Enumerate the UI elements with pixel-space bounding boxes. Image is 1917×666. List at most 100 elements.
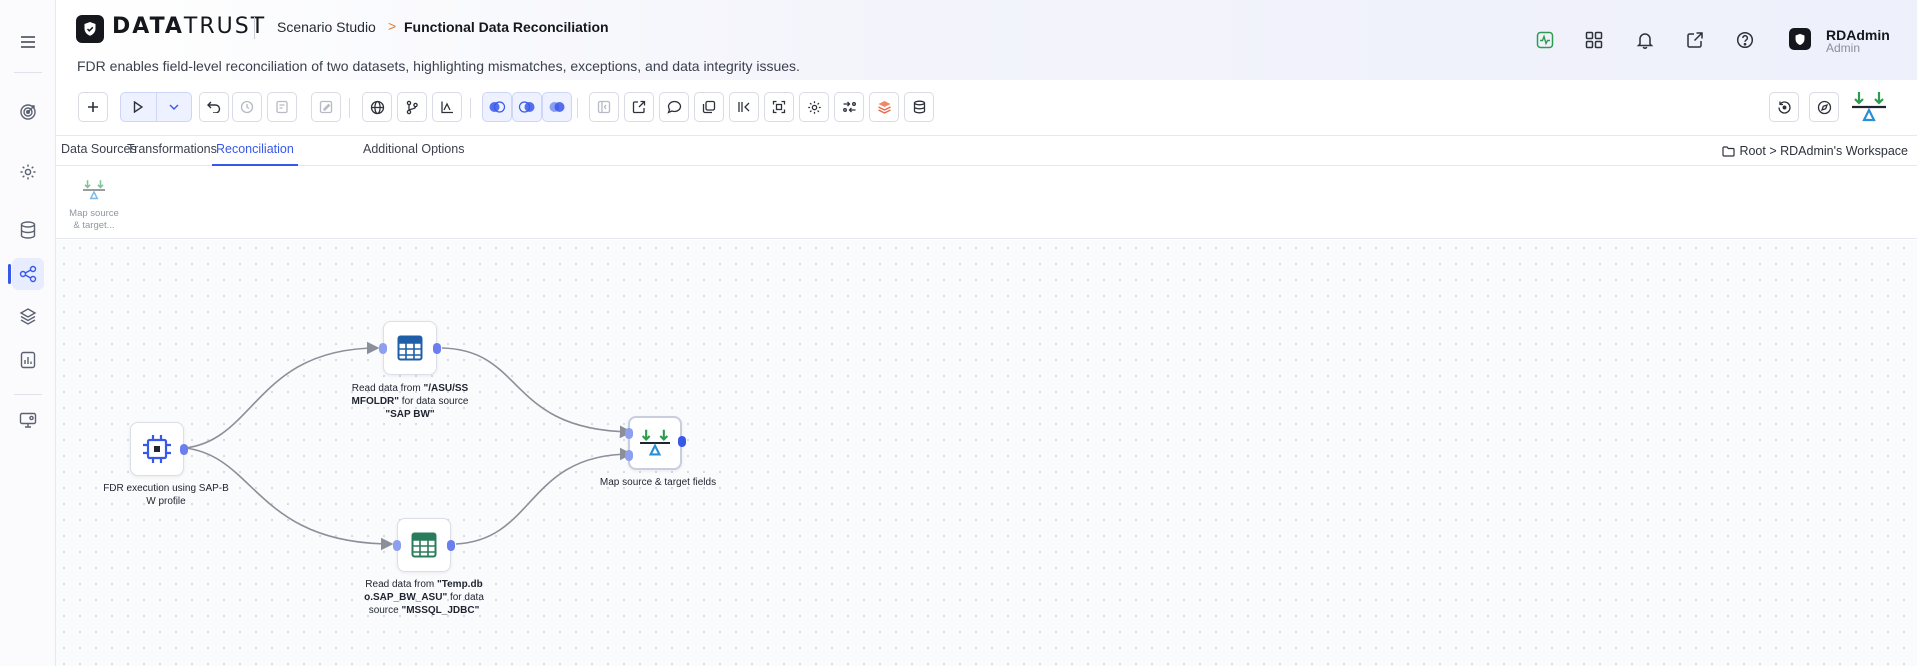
tab-transformations[interactable]: Transformations	[127, 142, 217, 166]
play-icon[interactable]	[121, 93, 156, 121]
workflow-canvas[interactable]: FDR execution using SAP-B W profile Read…	[56, 240, 1917, 666]
page-description: FDR enables field-level reconciliation o…	[77, 58, 800, 74]
edge-sap-to-map	[441, 347, 633, 439]
database-icon[interactable]	[12, 214, 44, 246]
output-port[interactable]	[678, 436, 686, 447]
map-node-label: Map source & target fields	[599, 477, 717, 488]
duplicate-icon[interactable]	[694, 92, 724, 122]
bell-icon[interactable]	[1633, 28, 1657, 52]
tab-reconciliation[interactable]: Reconciliation	[212, 142, 298, 166]
join-left-icon[interactable]	[482, 92, 512, 122]
tab-data-sources[interactable]: Data Sources	[61, 142, 137, 166]
sap-bw-source-node[interactable]	[379, 321, 441, 375]
tab-additional-options[interactable]: Additional Options	[363, 142, 464, 166]
reconcile-icon	[640, 429, 670, 456]
globe-icon[interactable]	[362, 92, 392, 122]
help-icon[interactable]	[1733, 28, 1757, 52]
sidebar-divider	[14, 72, 42, 73]
join-inner-icon[interactable]	[512, 92, 542, 122]
output-port[interactable]	[447, 540, 455, 551]
avatar[interactable]	[1789, 28, 1811, 50]
target-icon[interactable]	[12, 96, 44, 128]
reconcile-logo-icon[interactable]	[1850, 90, 1888, 129]
edit-icon[interactable]	[311, 92, 341, 122]
expand-icon[interactable]	[764, 92, 794, 122]
mssql-label-pre: Read data from	[365, 579, 438, 590]
report-icon[interactable]	[12, 344, 44, 376]
export-icon[interactable]	[624, 92, 654, 122]
sap-label-mid: for data source	[399, 396, 469, 407]
stack-icon[interactable]	[869, 92, 899, 122]
transform-icon[interactable]	[834, 92, 864, 122]
table-icon	[411, 532, 437, 558]
component-palette: Map source & target...	[56, 167, 1917, 239]
shield-logo-icon	[76, 15, 104, 43]
chevron-down-icon[interactable]	[155, 93, 191, 121]
edge-mssql-to-map	[455, 447, 633, 545]
apps-grid-icon[interactable]	[1582, 28, 1606, 52]
sap-label-source: "SAP BW"	[385, 409, 435, 420]
reconcile-icon	[83, 180, 105, 200]
restore-icon[interactable]	[1769, 92, 1799, 122]
toolbar	[56, 80, 1917, 136]
output-port[interactable]	[180, 444, 188, 455]
gear-icon[interactable]	[799, 92, 829, 122]
workspace-path-label: Root > RDAdmin's Workspace	[1739, 144, 1908, 158]
fdr-execution-node[interactable]	[130, 422, 188, 476]
history-icon[interactable]	[232, 92, 262, 122]
join-right-icon[interactable]	[542, 92, 572, 122]
compass-icon[interactable]	[1809, 92, 1839, 122]
mssql-label-mid2: source	[368, 605, 402, 616]
monitor-settings-icon[interactable]	[12, 404, 44, 436]
map-component-label-line1: Map source	[69, 208, 119, 219]
fdr-node-label: FDR execution using SAP-B W profile	[96, 482, 236, 508]
map-source-target-node[interactable]	[625, 416, 686, 470]
fdr-label-line2: W profile	[146, 496, 186, 507]
edge-layer	[184, 341, 633, 551]
mssql-source-node[interactable]	[393, 518, 455, 572]
compare-icon[interactable]	[729, 92, 759, 122]
tab-bar: Data Sources Transformations Reconciliat…	[56, 136, 1917, 166]
sap-label-path1: "/ASU/SS	[423, 383, 469, 394]
mssql-node-label: Read data from "Temp.db o.SAP_BW_ASU" fo…	[360, 578, 488, 617]
validate-icon[interactable]	[267, 92, 297, 122]
chart-icon[interactable]	[432, 92, 462, 122]
undo-button[interactable]	[199, 92, 229, 122]
left-sidebar	[0, 0, 56, 666]
page-title: Functional Data Reconciliation	[404, 19, 609, 35]
map-source-target-component[interactable]: Map source & target...	[64, 179, 124, 232]
settings-icon[interactable]	[12, 156, 44, 188]
workspace-path[interactable]: Root > RDAdmin's Workspace	[1722, 144, 1908, 158]
header-divider	[254, 17, 255, 39]
brand-logo: DATATRUST	[112, 14, 266, 39]
brand-logo-bold: DATA	[112, 14, 184, 39]
mssql-label-source: "MSSQL_JDBC"	[401, 605, 480, 616]
add-button[interactable]	[78, 92, 108, 122]
user-role: Admin	[1826, 41, 1861, 55]
menu-icon[interactable]	[12, 26, 44, 58]
mssql-label-path1: "Temp.db	[437, 579, 483, 590]
table-db-icon[interactable]	[904, 92, 934, 122]
top-header: DATATRUST Scenario Studio > Functional D…	[56, 0, 1917, 80]
folder-icon	[1722, 145, 1736, 157]
collapse-icon[interactable]	[589, 92, 619, 122]
branch-icon[interactable]	[397, 92, 427, 122]
activity-icon[interactable]	[1533, 28, 1557, 52]
map-component-label-line2: & target...	[73, 220, 115, 231]
input-port-source[interactable]	[625, 428, 633, 439]
input-port-target[interactable]	[625, 450, 633, 461]
input-port[interactable]	[393, 540, 401, 551]
output-port[interactable]	[433, 343, 441, 354]
breadcrumb-parent[interactable]: Scenario Studio	[277, 19, 376, 35]
mssql-label-path2: o.SAP_BW_ASU"	[364, 592, 448, 603]
mssql-label-mid: for data	[447, 592, 484, 603]
workflow-icon[interactable]	[8, 258, 44, 290]
layers-icon[interactable]	[12, 300, 44, 332]
input-port[interactable]	[379, 343, 387, 354]
breadcrumb-separator: >	[388, 18, 397, 34]
comment-icon[interactable]	[659, 92, 689, 122]
app-root: DATATRUST Scenario Studio > Functional D…	[0, 0, 1917, 666]
external-link-icon[interactable]	[1683, 28, 1707, 52]
toolbar-divider	[577, 98, 578, 118]
sap-label-pre: Read data from	[351, 383, 424, 394]
